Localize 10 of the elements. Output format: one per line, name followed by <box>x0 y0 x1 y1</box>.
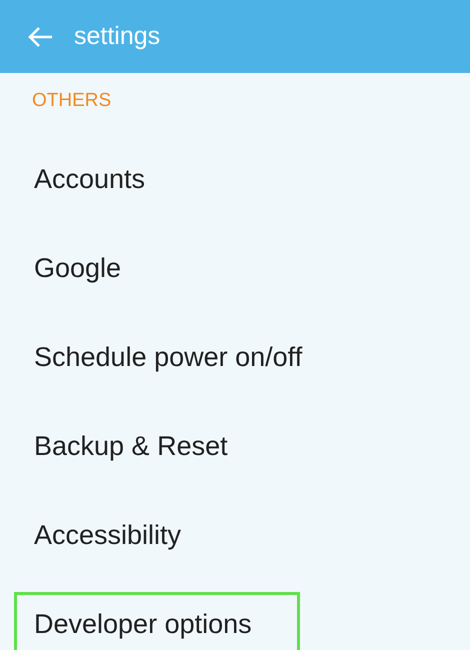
settings-item[interactable]: Accessibility <box>14 503 230 568</box>
screen-title: settings <box>74 22 160 51</box>
settings-item[interactable]: Backup & Reset <box>14 414 276 479</box>
settings-item[interactable]: Schedule power on/off <box>14 325 350 390</box>
back-button[interactable] <box>26 24 54 48</box>
section-header: OTHERS <box>31 89 112 113</box>
settings-item[interactable]: Google <box>14 236 170 301</box>
back-arrow-icon <box>26 24 54 48</box>
settings-item[interactable]: Accounts <box>14 147 194 212</box>
settings-item[interactable]: Developer options <box>14 592 300 650</box>
